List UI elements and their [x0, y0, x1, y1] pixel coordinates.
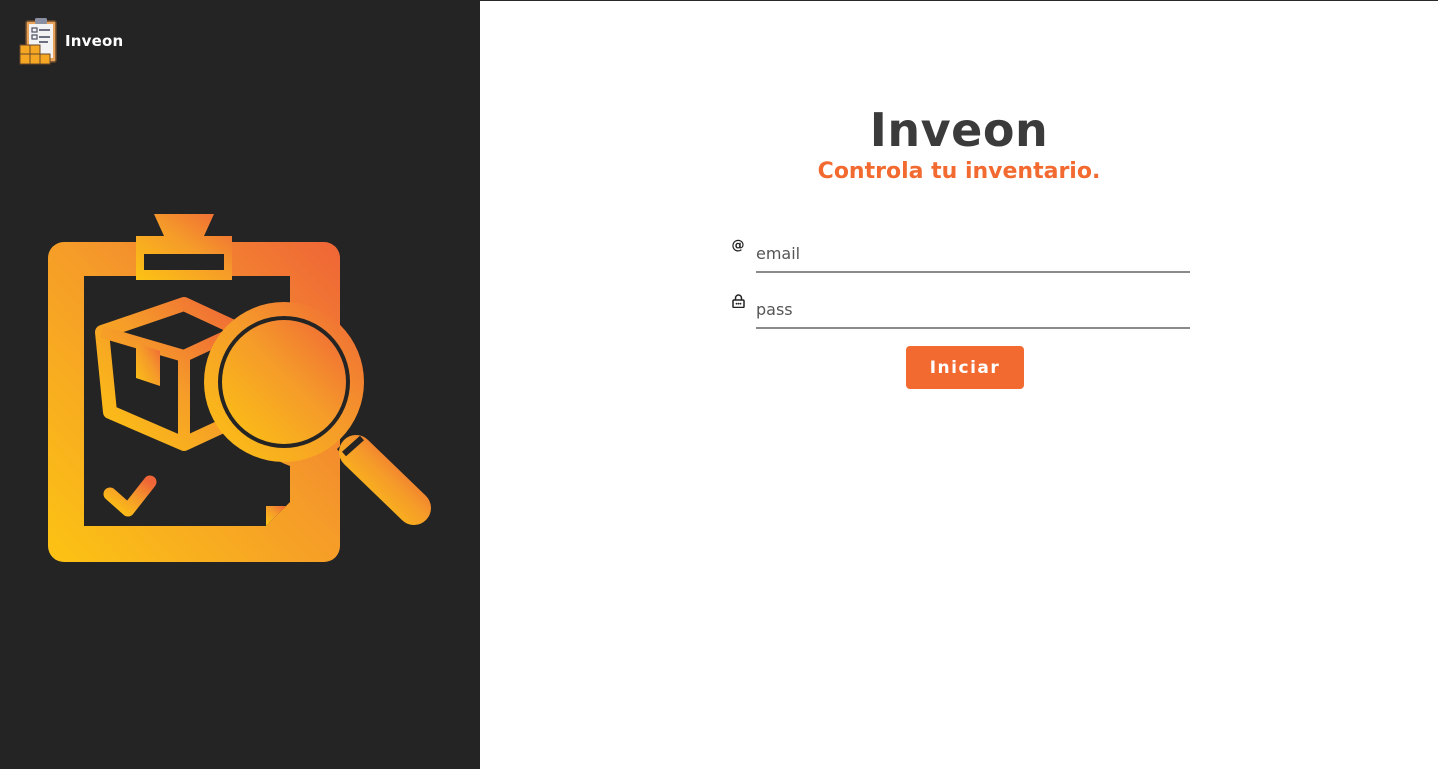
lock-icon — [730, 293, 746, 309]
clipboard-magnifier-icon — [48, 214, 431, 562]
left-panel: Inveon — [0, 0, 480, 769]
brand-name: Inveon — [65, 32, 124, 50]
login-panel: Inveon Controla tu inventario. @ Iniciar — [480, 0, 1438, 769]
clipboard-boxes-icon — [19, 18, 57, 65]
email-input[interactable] — [756, 235, 1190, 273]
page-title: Inveon — [869, 103, 1049, 157]
password-field — [730, 291, 1190, 331]
page-subtitle: Controla tu inventario. — [817, 159, 1101, 184]
email-field: @ — [730, 235, 1190, 275]
brand[interactable]: Inveon — [18, 16, 123, 66]
login-button[interactable]: Iniciar — [906, 346, 1024, 389]
at-icon: @ — [731, 237, 745, 253]
password-input[interactable] — [756, 291, 1190, 329]
